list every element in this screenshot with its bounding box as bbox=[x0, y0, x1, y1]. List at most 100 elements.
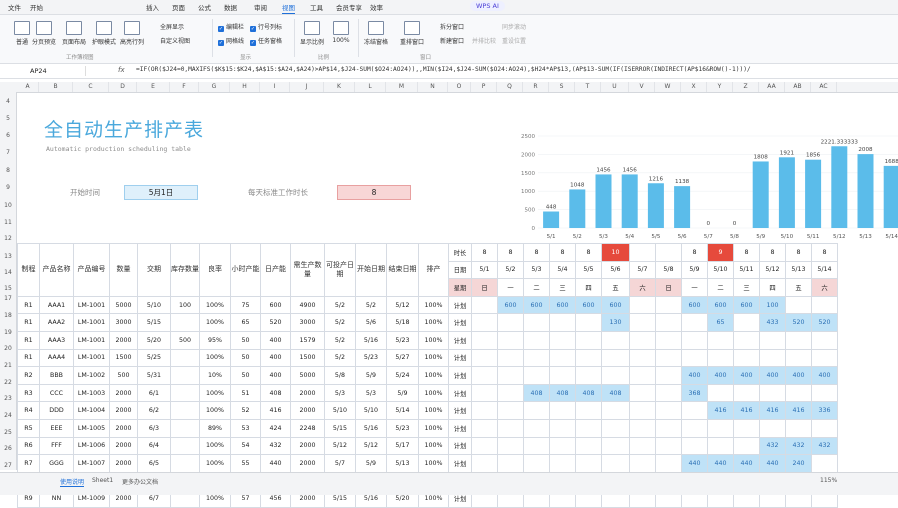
table-cell[interactable]: 5/8 bbox=[324, 366, 356, 385]
table-cell[interactable]: R1 bbox=[17, 295, 40, 315]
schedule-cell[interactable]: 240 bbox=[785, 454, 812, 473]
row-header[interactable]: 12 bbox=[0, 235, 16, 242]
date-cell[interactable]: 5/10 bbox=[707, 260, 734, 280]
table-cell[interactable] bbox=[170, 436, 200, 456]
schedule-cell[interactable] bbox=[811, 330, 838, 350]
table-cell[interactable] bbox=[170, 383, 200, 403]
schedule-cell[interactable]: 600 bbox=[681, 295, 708, 315]
weekday-cell[interactable]: 四 bbox=[759, 278, 786, 297]
table-cell[interactable]: 100% bbox=[418, 295, 449, 315]
table-cell[interactable]: 100% bbox=[418, 348, 449, 368]
schedule-cell[interactable] bbox=[497, 454, 524, 473]
schedule-cell[interactable]: 600 bbox=[575, 295, 602, 315]
row-header[interactable]: 5 bbox=[0, 115, 16, 122]
column-header[interactable]: X bbox=[681, 82, 707, 92]
table-cell[interactable]: 计划 bbox=[448, 401, 472, 420]
schedule-cell[interactable] bbox=[681, 330, 708, 350]
weekday-cell[interactable]: 六 bbox=[811, 278, 838, 297]
hours-cell[interactable]: 8 bbox=[785, 243, 812, 262]
hours-cell[interactable]: 8 bbox=[733, 243, 760, 262]
table-cell[interactable]: 100% bbox=[199, 313, 231, 332]
schedule-cell[interactable] bbox=[523, 313, 550, 332]
view-4-button[interactable]: 高亮行列 bbox=[118, 21, 146, 46]
zoom-100-button[interactable]: 100% bbox=[330, 21, 352, 44]
table-cell[interactable]: 100% bbox=[418, 436, 449, 456]
schedule-cell[interactable]: 432 bbox=[811, 436, 838, 456]
table-cell[interactable]: 500 bbox=[109, 366, 138, 385]
schedule-cell[interactable] bbox=[575, 330, 602, 350]
column-header[interactable]: F bbox=[170, 82, 199, 92]
table-cell[interactable]: 2000 bbox=[290, 454, 325, 473]
row-header[interactable]: 18 bbox=[0, 312, 16, 319]
table-cell[interactable]: 5/27 bbox=[386, 348, 419, 368]
table-cell[interactable]: 100% bbox=[199, 401, 231, 420]
schedule-cell[interactable]: 440 bbox=[681, 454, 708, 473]
row-header[interactable]: 25 bbox=[0, 429, 16, 436]
column-header[interactable]: U bbox=[601, 82, 629, 92]
schedule-cell[interactable] bbox=[549, 330, 576, 350]
row-header[interactable]: 13 bbox=[0, 253, 16, 260]
schedule-cell[interactable] bbox=[549, 401, 576, 420]
table-cell[interactable]: R1 bbox=[17, 313, 40, 332]
hours-cell[interactable]: 8 bbox=[681, 243, 708, 262]
table-cell[interactable]: 6/5 bbox=[137, 454, 171, 473]
row-header[interactable]: 27 bbox=[0, 462, 16, 469]
table-cell[interactable]: LM-1001 bbox=[73, 348, 110, 368]
schedule-cell[interactable]: 400 bbox=[733, 366, 760, 385]
table-cell[interactable]: LM-1005 bbox=[73, 418, 110, 438]
schedule-cell[interactable]: 408 bbox=[575, 383, 602, 403]
menu-item[interactable]: 开始 bbox=[30, 2, 43, 12]
split-window-button[interactable]: 拆分窗口 bbox=[440, 22, 464, 31]
row-header[interactable]: 14 bbox=[0, 269, 16, 276]
table-cell[interactable]: 400 bbox=[260, 366, 291, 385]
schedule-cell[interactable] bbox=[655, 436, 682, 456]
menu-item[interactable]: 页面 bbox=[172, 2, 185, 12]
schedule-cell[interactable] bbox=[785, 348, 812, 368]
schedule-cell[interactable] bbox=[629, 436, 656, 456]
schedule-cell[interactable]: 600 bbox=[549, 295, 576, 315]
table-cell[interactable]: R2 bbox=[17, 366, 40, 385]
schedule-cell[interactable]: 416 bbox=[785, 401, 812, 420]
column-header[interactable]: G bbox=[199, 82, 230, 92]
schedule-cell[interactable] bbox=[471, 366, 498, 385]
schedule-cell[interactable] bbox=[471, 436, 498, 456]
table-cell[interactable]: 5/9 bbox=[355, 366, 387, 385]
menu-item[interactable]: 文件 bbox=[8, 2, 21, 12]
schedule-cell[interactable] bbox=[759, 418, 786, 438]
table-cell[interactable]: 5/15 bbox=[137, 313, 171, 332]
table-cell[interactable]: 95% bbox=[199, 330, 231, 350]
table-cell[interactable]: 5/10 bbox=[324, 401, 356, 420]
table-cell[interactable]: 5/18 bbox=[386, 313, 419, 332]
schedule-cell[interactable]: 416 bbox=[759, 401, 786, 420]
weekday-cell[interactable]: 日 bbox=[471, 278, 498, 297]
table-cell[interactable]: 计划 bbox=[448, 348, 472, 368]
schedule-cell[interactable]: 440 bbox=[733, 454, 760, 473]
table-cell[interactable]: CCC bbox=[39, 383, 74, 403]
table-cell[interactable]: 65 bbox=[230, 313, 261, 332]
weekday-cell[interactable]: 一 bbox=[497, 278, 524, 297]
table-cell[interactable]: 5/2 bbox=[324, 330, 356, 350]
schedule-cell[interactable] bbox=[575, 436, 602, 456]
schedule-cell[interactable] bbox=[785, 295, 812, 315]
weekday-cell[interactable]: 二 bbox=[523, 278, 550, 297]
table-cell[interactable]: 54 bbox=[230, 436, 261, 456]
schedule-cell[interactable]: 408 bbox=[549, 383, 576, 403]
schedule-cell[interactable] bbox=[497, 366, 524, 385]
schedule-cell[interactable]: 130 bbox=[601, 313, 630, 332]
schedule-cell[interactable] bbox=[523, 454, 550, 473]
date-cell[interactable]: 5/7 bbox=[629, 260, 656, 280]
table-cell[interactable]: 1500 bbox=[290, 348, 325, 368]
schedule-cell[interactable]: 520 bbox=[785, 313, 812, 332]
table-cell[interactable]: 5/13 bbox=[386, 454, 419, 473]
table-cell[interactable]: 5/17 bbox=[386, 436, 419, 456]
table-cell[interactable]: BBB bbox=[39, 366, 74, 385]
date-cell[interactable]: 5/1 bbox=[471, 260, 498, 280]
date-cell[interactable]: 5/9 bbox=[681, 260, 708, 280]
table-cell[interactable]: 2248 bbox=[290, 418, 325, 438]
weekday-cell[interactable]: 三 bbox=[549, 278, 576, 297]
table-cell[interactable]: 计划 bbox=[448, 383, 472, 403]
table-cell[interactable]: 6/1 bbox=[137, 383, 171, 403]
table-cell[interactable]: EEE bbox=[39, 418, 74, 438]
table-cell[interactable]: 100% bbox=[418, 401, 449, 420]
table-cell[interactable]: R5 bbox=[17, 418, 40, 438]
